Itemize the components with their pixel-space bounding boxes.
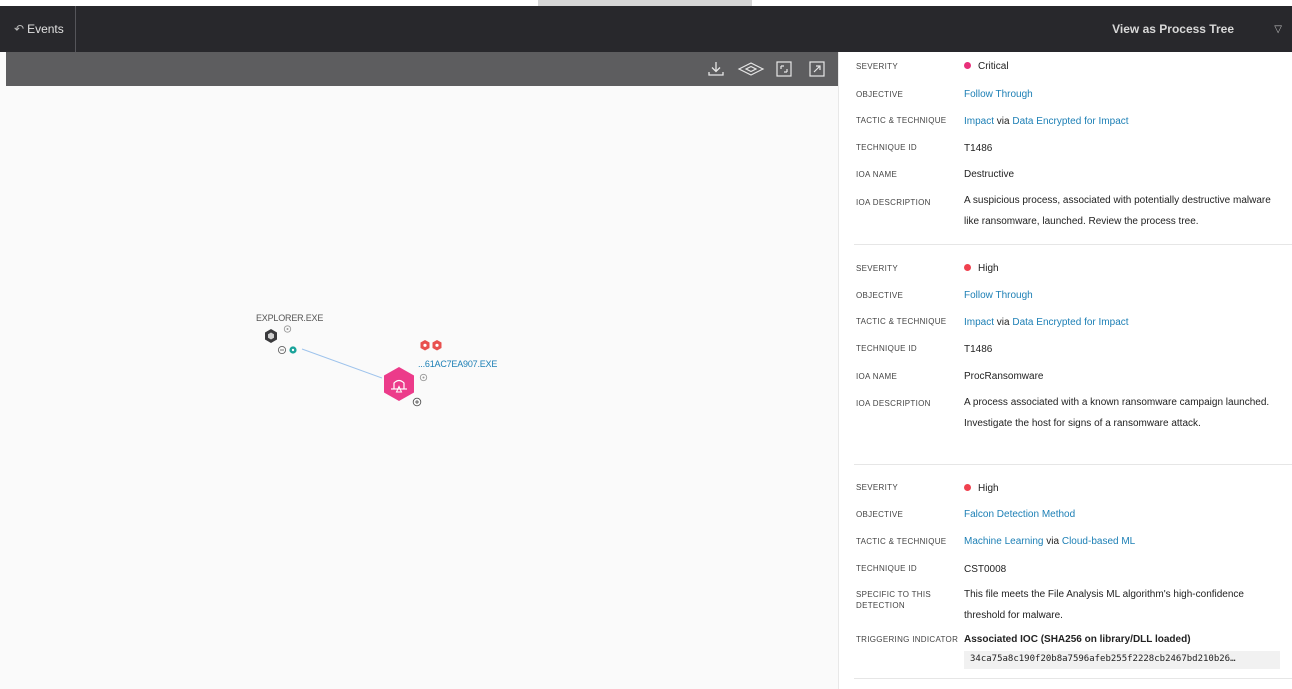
ransomware-node-label[interactable]: ...61AC7EA907.EXE [418,359,497,369]
tactic-link[interactable]: Machine Learning [964,536,1044,547]
expand-icon[interactable] [807,59,827,79]
divider [854,678,1292,679]
technique-id-value: CST0008 [964,564,1007,575]
ioa-description-value: A suspicious process, associated with po… [964,195,1271,227]
triggering-indicator-title: Associated IOC (SHA256 on library/DLL lo… [964,634,1191,645]
chevron-down-icon[interactable]: ▽ [1274,6,1282,52]
ioa-name-value: ProcRansomware [964,371,1044,382]
layers-icon[interactable] [737,59,765,79]
ioa-name-value: Destructive [964,169,1015,180]
technique-link[interactable]: Cloud-based ML [1062,536,1135,547]
severity-label: SEVERITY [856,264,898,273]
severity-value: High [964,262,999,275]
explorer-search-icon[interactable] [283,325,292,333]
header-bar: ↶ Events View as Process Tree ▽ [0,6,1292,52]
technique-id-label: TECHNIQUE ID [856,143,917,152]
triggering-indicator-label: TRIGGERING INDICATOR [856,635,959,644]
severity-label: SEVERITY [856,483,898,492]
tactic-label: TACTIC & TECHNIQUE [856,317,947,326]
ioa-name-label: IOA NAME [856,372,898,381]
explorer-collapse-icon[interactable] [277,345,287,355]
back-to-events-button[interactable]: ↶ Events [0,6,76,52]
severity-value: High [964,482,999,495]
detection-details-panel: SEVERITY Critical OBJECTIVE Follow Throu… [838,52,1292,689]
app-root: ↶ Events View as Process Tree ▽ EXPLORER… [0,0,1292,689]
download-icon[interactable] [706,59,726,79]
ioa-description-value: A process associated with a known ransom… [964,397,1270,429]
divider [854,244,1292,245]
ransomware-search-icon[interactable] [419,373,428,382]
objective-link[interactable]: Falcon Detection Method [964,508,1075,521]
ransomware-expand-icon[interactable] [412,397,422,407]
tactic-link[interactable]: Impact [964,116,994,127]
objective-label: OBJECTIVE [856,90,904,99]
fit-to-screen-icon[interactable] [774,59,794,79]
objective-label: OBJECTIVE [856,291,904,300]
tactic-label: TACTIC & TECHNIQUE [856,537,947,546]
tactic-technique-value: Machine Learning via Cloud-based ML [964,536,1136,547]
graph-toolbar [6,52,838,86]
specific-value: This file meets the File Analysis ML alg… [964,589,1244,621]
back-label: Events [27,22,64,36]
tactic-technique-value: Impact via Data Encrypted for Impact [964,116,1129,127]
objective-link[interactable]: Follow Through [964,289,1033,302]
process-edge [301,348,383,379]
tactic-link[interactable]: Impact [964,317,994,328]
severity-dot-icon [964,484,971,491]
severity-label: SEVERITY [856,62,898,71]
explorer-node[interactable] [265,329,277,343]
tactic-label: TACTIC & TECHNIQUE [856,116,947,125]
ioa-description-label: IOA DESCRIPTION [856,198,931,207]
explorer-node-label[interactable]: EXPLORER.EXE [256,313,323,323]
divider [854,464,1292,465]
ioc-hash-value[interactable]: 34ca75a8c190f20b8a7596afeb255f2228cb2467… [964,651,1280,669]
specific-label: SPECIFIC TO THIS DETECTION [856,590,932,610]
objective-label: OBJECTIVE [856,510,904,519]
explorer-status-icon [289,346,297,354]
tactic-technique-value: Impact via Data Encrypted for Impact [964,317,1129,328]
severity-dot-icon [964,264,971,271]
severity-dot-icon [964,62,971,69]
objective-link[interactable]: Follow Through [964,88,1033,101]
technique-id-value: T1486 [964,344,993,355]
technique-link[interactable]: Data Encrypted for Impact [1012,317,1128,328]
process-graph [265,325,442,407]
technique-id-value: T1486 [964,143,993,154]
technique-link[interactable]: Data Encrypted for Impact [1012,116,1128,127]
technique-id-label: TECHNIQUE ID [856,344,917,353]
ransomware-process-node[interactable] [384,367,414,401]
technique-id-label: TECHNIQUE ID [856,564,917,573]
back-arrow-icon: ↶ [14,22,25,36]
process-graph-canvas[interactable]: EXPLORER.EXE ...61AC7EA907.EXE [6,86,838,689]
view-as-process-tree-button[interactable]: View as Process Tree [1112,6,1234,52]
ioa-name-label: IOA NAME [856,170,898,179]
detection-badge-icon [420,340,442,351]
ioa-description-label: IOA DESCRIPTION [856,399,931,408]
severity-value: Critical [964,60,1009,73]
